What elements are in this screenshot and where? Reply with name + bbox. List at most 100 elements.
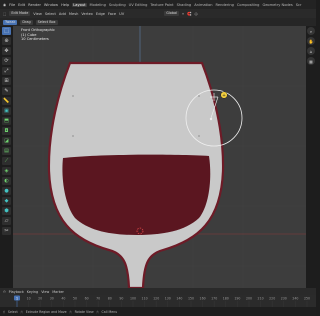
move-icon[interactable]: ✥ [2,47,11,55]
knife-icon[interactable]: ⟋ [2,157,11,165]
tab-geometry-nodes[interactable]: Geometry Nodes [262,3,292,7]
timeline-header: ⏱ Playback Keying View Marker [0,288,316,295]
frame-tick-label: 160 [200,296,206,300]
inset-icon[interactable]: ◘ [2,127,11,135]
status-call-menu: Call Menu [101,309,118,314]
edge-slide-icon[interactable]: ◆ [2,197,11,205]
tweak-gizmo-icon: + [220,91,228,99]
status-extrude: Extrude Region and Move [25,309,67,314]
timeline-editor-icon[interactable]: ⏱ [3,290,6,294]
menu-select[interactable]: Select [45,12,56,16]
measure-icon[interactable]: 📏 [2,97,11,105]
viewport-canvas[interactable]: + [13,26,306,288]
rotate-icon[interactable]: ⟳ [2,57,11,65]
frame-tick-label: 180 [223,296,229,300]
cursor-icon[interactable]: ⊕ [2,37,11,45]
tab-sculpting[interactable]: Sculpting [109,3,126,7]
menu-vertex[interactable]: Vertex [81,12,93,16]
smooth-icon[interactable]: ● [2,187,11,195]
menu-help[interactable]: Help [61,3,69,7]
frame-tick-label: 190 [234,296,240,300]
menu-edit[interactable]: Edit [18,3,25,7]
menu-file[interactable]: File [9,3,15,7]
pivot-icon[interactable]: ⌖ [182,12,184,16]
camera-icon[interactable]: ⌂ [307,47,315,55]
select-box-option[interactable]: Select Box [35,19,58,25]
tab-shading[interactable]: Shading [177,3,192,7]
frame-tick-label: 50 [73,296,77,300]
status-rotate: Rotate View [74,309,94,314]
tab-compositing[interactable]: Compositing [237,3,260,7]
frame-tick-label: 10 [27,296,31,300]
blender-logo-icon[interactable]: ◉ [3,3,6,7]
mode-dropdown[interactable]: Edit Mode [9,11,31,16]
frame-tick-label: 40 [61,296,65,300]
scale-icon[interactable]: ⤢ [2,67,11,75]
frame-tick-label: 90 [119,296,123,300]
tab-texture-paint[interactable]: Texture Paint [150,3,173,7]
frame-tick-label: 20 [38,296,42,300]
menu-mesh[interactable]: Mesh [69,12,78,16]
shear-icon[interactable]: ▱ [2,217,11,225]
annotate-icon[interactable]: ✎ [2,87,11,95]
extrude-icon[interactable]: ⬒ [2,117,11,125]
mouse-right-icon: 🖱 [96,309,99,314]
zoom-icon[interactable]: ⌕ [307,27,315,35]
menu-render[interactable]: Render [28,3,41,7]
frame-tick-label: 140 [176,296,182,300]
menu-view[interactable]: View [33,12,42,16]
menu-timeline-view[interactable]: View [41,290,49,294]
transform-icon[interactable]: ⊞ [2,77,11,85]
wine-liquid[interactable] [62,154,211,235]
tab-rendering[interactable]: Rendering [216,3,234,7]
hand-icon[interactable]: ✋ [307,37,315,45]
tweak-option[interactable]: Tweak [3,19,18,25]
select-box-icon[interactable]: ⬚ [2,27,11,35]
snap-icon[interactable]: 🧲 [187,12,191,16]
editor-type-icon[interactable]: ⬚ [3,12,6,16]
loop-cut-icon[interactable]: ▤ [2,147,11,155]
tool-options-bar: Tweak Drag Select Box [0,18,316,26]
menu-keying[interactable]: Keying [27,290,38,294]
timeline[interactable]: 10 20 30 40 50 60 70 80 90 100 110 120 130 140 150 160 1… [0,295,316,307]
poly-build-icon[interactable]: ◈ [2,167,11,175]
3d-viewport[interactable]: + Front Orthographic (1) Cube 10 Centime… [13,26,306,288]
frame-tick-label: 210 [258,296,264,300]
add-cube-icon[interactable]: ▣ [2,107,11,115]
bevel-icon[interactable]: ◪ [2,137,11,145]
frame-tick-label: 80 [108,296,112,300]
grid-view-icon[interactable]: ▦ [307,57,315,65]
frame-tick-label: 30 [50,296,54,300]
frame-tick-label: 120 [153,296,159,300]
drag-option[interactable]: Drag [20,19,33,25]
menu-add[interactable]: Add [59,12,66,16]
tab-scripting[interactable]: Scr [296,3,302,7]
shrink-icon[interactable]: ⬢ [2,207,11,215]
grid-scale: 10 Centimeters [21,37,49,42]
proportional-icon[interactable]: ◎ [195,12,198,16]
frame-tick-label: 250 [304,296,310,300]
menu-playback[interactable]: Playback [9,290,24,294]
timeline-canvas[interactable]: 10 20 30 40 50 60 70 80 90 100 110 120 130 140 150 160 1… [0,295,316,307]
tab-modeling[interactable]: Modeling [90,3,106,7]
tab-layout[interactable]: Layout [72,2,87,7]
viewport-info-overlay: Front Orthographic (1) Cube 10 Centimete… [21,28,55,42]
frame-ticks: 10 20 30 40 50 60 70 80 90 100 110 120 130 140 150 160 1… [16,296,310,307]
status-bar: 🖱 Select 🖱 Extrude Region and Move 🖱 Rot… [0,307,316,316]
tool-shelf: ⬚ ⊕ ✥ ⟳ ⤢ ⊞ ✎ 📏 ▣ ⬒ ◘ ◪ ▤ ⟋ ◈ ◐ ● ◆ ⬢ ▱ … [2,27,13,237]
orientation-dropdown[interactable]: Global [164,11,180,16]
menu-marker[interactable]: Marker [52,290,64,294]
viewport-header: ⬚ Edit Mode View Select Add Mesh Vertex … [0,9,316,18]
menu-face[interactable]: Face [108,12,116,16]
tab-uv-editing[interactable]: UV Editing [129,3,148,7]
menu-window[interactable]: Window [44,3,58,7]
tab-animation[interactable]: Animation [194,3,212,7]
spin-icon[interactable]: ◐ [2,177,11,185]
mouse-left-drag-icon: 🖱 [20,309,23,314]
view-name: Front Orthographic [21,28,55,32]
rip-icon[interactable]: ✂ [2,227,11,235]
menu-edge[interactable]: Edge [96,12,105,16]
menu-uv[interactable]: UV [119,12,124,16]
mouse-middle-icon: 🖱 [69,309,72,314]
frame-tick-label: 70 [96,296,100,300]
